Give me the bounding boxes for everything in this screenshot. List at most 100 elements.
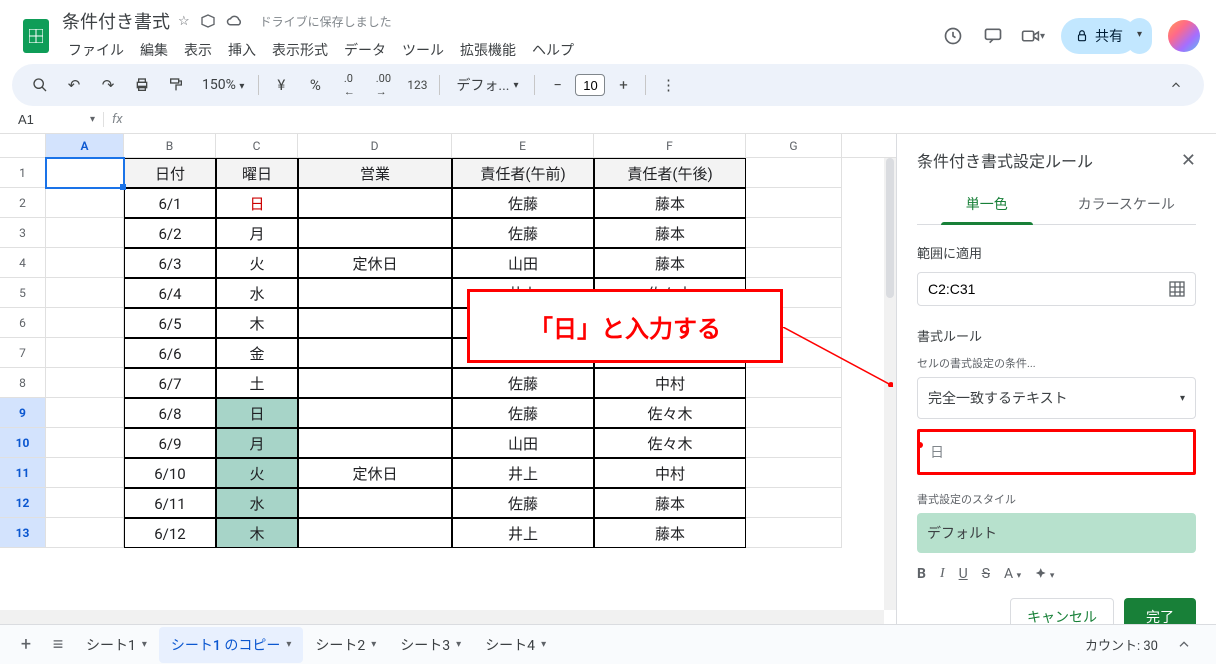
sheet-tab[interactable]: シート3 ▾ [388, 627, 473, 663]
font-select[interactable]: デフォ... ▾ [450, 73, 524, 97]
strike-icon[interactable]: S [982, 566, 990, 582]
cell[interactable] [746, 218, 842, 248]
cell[interactable]: 佐々木 [594, 428, 746, 458]
row-header[interactable]: 4 [0, 248, 46, 278]
row-header[interactable]: 8 [0, 368, 46, 398]
col-header-c[interactable]: C [216, 134, 298, 157]
bold-icon[interactable]: B [917, 566, 926, 582]
cell[interactable]: 中村 [594, 458, 746, 488]
menu-extensions[interactable]: 拡張機能 [454, 36, 522, 64]
cell[interactable]: 中村 [594, 368, 746, 398]
cell[interactable]: 月 [216, 428, 298, 458]
cell[interactable]: 火 [216, 458, 298, 488]
number-format-icon[interactable]: 123 [405, 73, 429, 97]
cell[interactable]: 水 [216, 488, 298, 518]
cell[interactable]: 6/7 [124, 368, 216, 398]
col-header-d[interactable]: D [298, 134, 452, 157]
cell[interactable]: 木 [216, 518, 298, 548]
cell[interactable] [46, 458, 124, 488]
zoom-select[interactable]: 150% ▾ [198, 77, 248, 93]
name-box-dropdown[interactable]: ▾ [82, 114, 103, 125]
cell[interactable]: 火 [216, 248, 298, 278]
cell[interactable] [46, 428, 124, 458]
cell[interactable]: 井上 [452, 518, 594, 548]
cell[interactable] [46, 488, 124, 518]
menu-data[interactable]: データ [338, 36, 392, 64]
cell[interactable]: 井上 [452, 458, 594, 488]
increase-font-icon[interactable]: + [611, 73, 635, 97]
col-header-g[interactable]: G [746, 134, 842, 157]
style-default[interactable]: デフォルト [917, 513, 1196, 553]
increase-decimal-icon[interactable]: .00→ [371, 73, 395, 97]
font-size-input[interactable] [575, 74, 605, 96]
sheet-tab-dropdown-icon[interactable]: ▾ [456, 639, 461, 650]
cell[interactable]: 佐藤 [452, 218, 594, 248]
col-header-e[interactable]: E [452, 134, 594, 157]
cell[interactable] [746, 248, 842, 278]
account-avatar[interactable] [1168, 20, 1200, 52]
cell[interactable]: 6/8 [124, 398, 216, 428]
all-sheets-icon[interactable]: ≡ [42, 629, 74, 661]
text-color-icon[interactable]: A ▾ [1004, 566, 1021, 582]
cell[interactable]: 日付 [124, 158, 216, 188]
cell[interactable]: 山田 [452, 428, 594, 458]
menu-edit[interactable]: 編集 [134, 36, 174, 64]
col-header-b[interactable]: B [124, 134, 216, 157]
cell[interactable]: 定休日 [298, 248, 452, 278]
cell[interactable] [298, 188, 452, 218]
cell[interactable]: 佐藤 [452, 398, 594, 428]
range-input-box[interactable] [917, 272, 1196, 306]
sheets-logo[interactable] [16, 16, 56, 56]
cell[interactable] [746, 488, 842, 518]
cell[interactable]: 月 [216, 218, 298, 248]
cell[interactable] [46, 158, 124, 188]
cell[interactable]: 6/9 [124, 428, 216, 458]
cell[interactable]: 6/2 [124, 218, 216, 248]
cell[interactable] [46, 368, 124, 398]
document-title[interactable]: 条件付き書式 [62, 8, 170, 34]
cell[interactable] [298, 488, 452, 518]
cell[interactable]: 責任者(午後) [594, 158, 746, 188]
cell[interactable] [298, 308, 452, 338]
cell[interactable] [746, 518, 842, 548]
sheet-tab[interactable]: シート1 ▾ [74, 627, 159, 663]
cell[interactable]: 土 [216, 368, 298, 398]
sheet-tab-dropdown-icon[interactable]: ▾ [142, 639, 147, 650]
spreadsheet-grid[interactable]: A B C D E F G 1日付曜日営業責任者(午前)責任者(午後)26/1日… [0, 134, 896, 624]
cell[interactable]: 金 [216, 338, 298, 368]
cell[interactable] [298, 368, 452, 398]
cell[interactable] [298, 428, 452, 458]
add-sheet-icon[interactable]: + [10, 629, 42, 661]
row-header[interactable]: 13 [0, 518, 46, 548]
cell[interactable] [746, 428, 842, 458]
condition-select[interactable]: 完全一致するテキスト ▾ [917, 377, 1196, 419]
select-all-corner[interactable] [0, 134, 46, 157]
cell[interactable] [46, 308, 124, 338]
collapse-toolbar-icon[interactable] [1164, 73, 1188, 97]
cell[interactable] [46, 218, 124, 248]
cell[interactable]: 6/4 [124, 278, 216, 308]
cell[interactable]: 曜日 [216, 158, 298, 188]
cell[interactable]: 日 [216, 398, 298, 428]
redo-icon[interactable]: ↷ [96, 73, 120, 97]
menu-tools[interactable]: ツール [396, 36, 450, 64]
sheet-tab[interactable]: シート1 のコピー ▾ [159, 627, 303, 663]
star-icon[interactable]: ☆ [178, 14, 190, 29]
cell[interactable]: 営業 [298, 158, 452, 188]
cell[interactable]: 藤本 [594, 188, 746, 218]
fill-color-icon[interactable]: 🟆 ▾ [1035, 563, 1054, 584]
cell[interactable]: 6/10 [124, 458, 216, 488]
cell[interactable]: 木 [216, 308, 298, 338]
menu-format[interactable]: 表示形式 [266, 36, 334, 64]
share-button[interactable]: 共有 [1061, 18, 1137, 54]
select-range-icon[interactable] [1169, 281, 1185, 297]
italic-icon[interactable]: I [940, 566, 945, 582]
print-icon[interactable] [130, 73, 154, 97]
sheet-tab[interactable]: シート2 ▾ [303, 627, 388, 663]
underline-icon[interactable]: U [959, 566, 968, 582]
row-header[interactable]: 5 [0, 278, 46, 308]
decrease-font-icon[interactable]: − [545, 73, 569, 97]
tab-color-scale[interactable]: カラースケール [1057, 184, 1197, 224]
cell[interactable]: 6/5 [124, 308, 216, 338]
cell[interactable] [746, 398, 842, 428]
